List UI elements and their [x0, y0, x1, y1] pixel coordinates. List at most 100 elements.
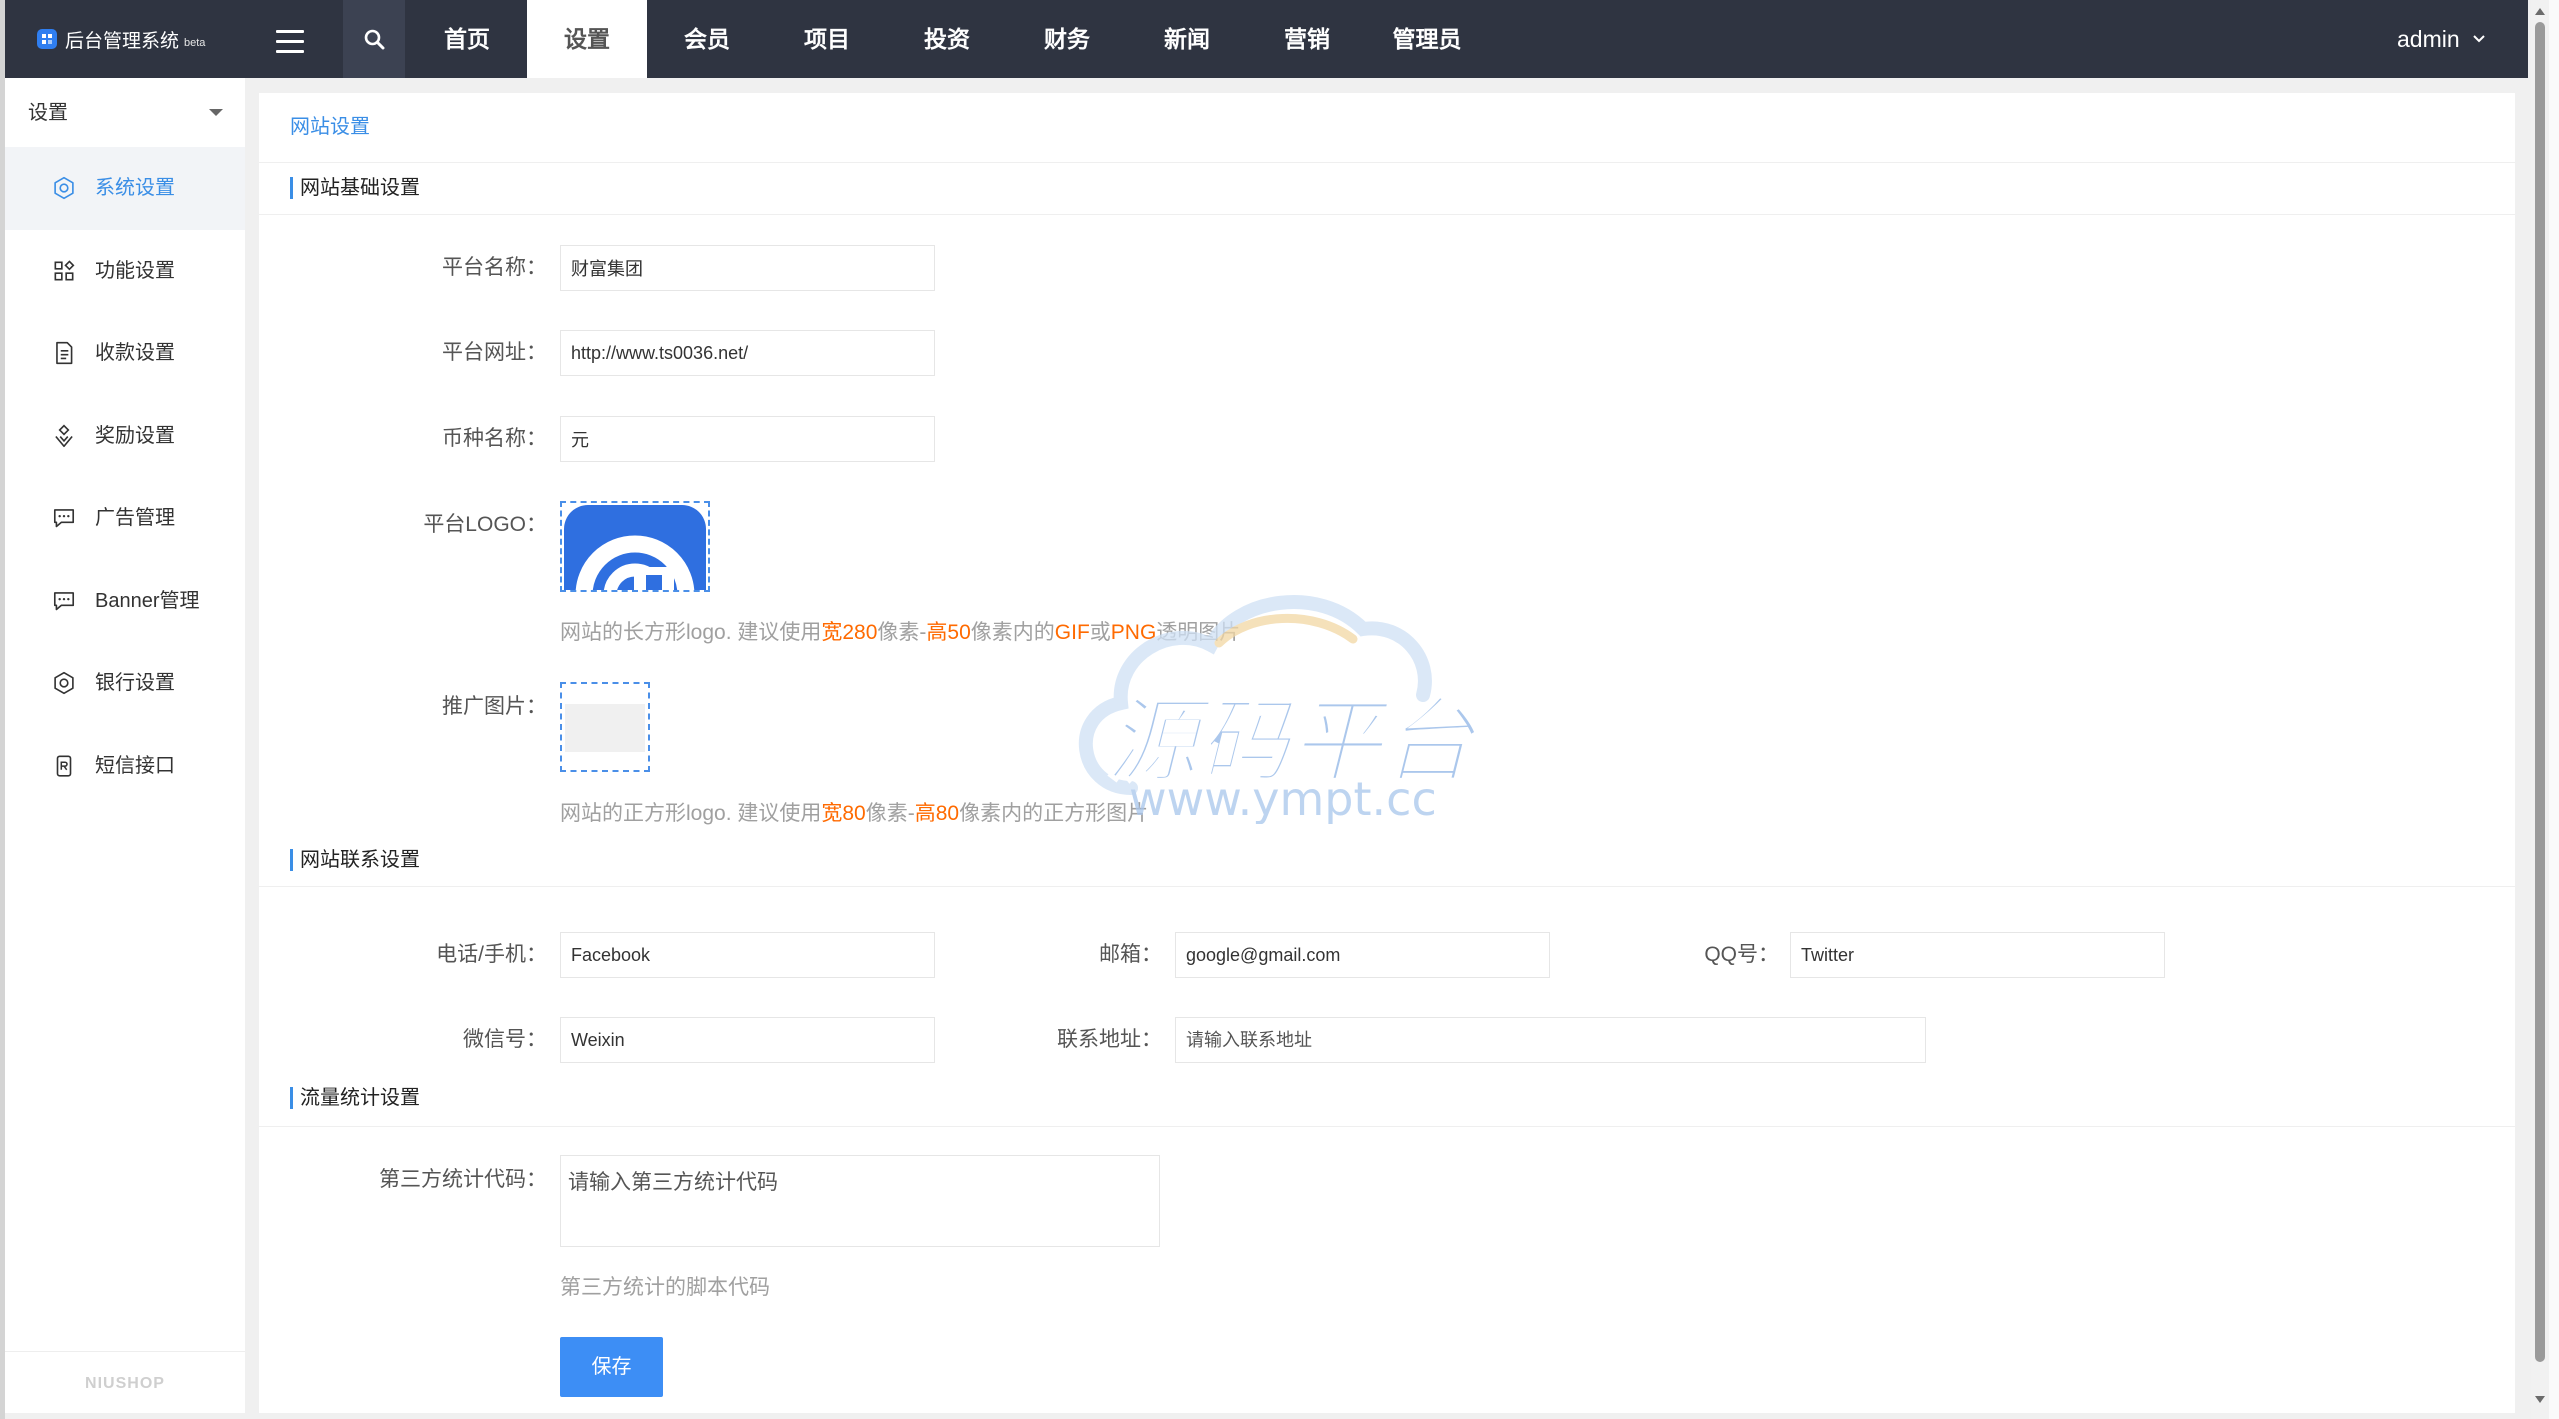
help-highlight: 宽80	[821, 802, 866, 825]
nav-item-marketing[interactable]: 营销	[1247, 0, 1367, 78]
scroll-down-arrow-icon[interactable]	[2535, 1396, 2545, 1403]
sidebar-title: 设置	[28, 102, 68, 124]
save-button[interactable]: 保存	[560, 1337, 663, 1397]
nav-item-projects[interactable]: 项目	[767, 0, 887, 78]
nav-item-admins[interactable]: 管理员	[1367, 0, 1487, 78]
divider	[259, 162, 2515, 163]
help-text-segment: 像素内的正方形图片	[959, 802, 1149, 825]
nav-item-settings[interactable]: 设置	[527, 0, 647, 78]
sidebar-item-system-settings[interactable]: 系统设置	[5, 147, 245, 230]
email-label: 邮箱：	[1099, 943, 1162, 966]
sidebar-item-label: 奖励设置	[95, 424, 175, 447]
caret-down-icon	[209, 109, 223, 116]
sidebar: 设置 系统设置 功能设置 收款设置 奖励设置 广告管理 Banner管理 银行设…	[5, 78, 245, 1413]
section-title: 网站联系设置	[300, 849, 420, 871]
window-edge	[2549, 0, 2559, 1419]
platform-name-input[interactable]	[560, 245, 935, 291]
chevron-down-icon	[2472, 35, 2485, 43]
sidebar-item-reward-settings[interactable]: 奖励设置	[5, 395, 245, 478]
address-label: 联系地址：	[1057, 1028, 1162, 1051]
help-text-segment: 透明图片	[1156, 621, 1241, 644]
breadcrumb[interactable]: 网站设置	[290, 112, 370, 142]
platform-url-input[interactable]	[560, 330, 935, 376]
help-text-segment: 像素内的	[970, 621, 1055, 644]
help-highlight: 高80	[914, 802, 960, 825]
gear-icon	[51, 670, 77, 696]
sidebar-header[interactable]: 设置	[5, 78, 245, 147]
sidebar-item-label: Banner管理	[95, 589, 200, 612]
sidebar-item-label: 功能设置	[95, 259, 175, 282]
sidebar-item-ad-management[interactable]: 广告管理	[5, 477, 245, 560]
scroll-up-arrow-icon[interactable]	[2535, 8, 2545, 15]
platform-logo-label: 平台LOGO：	[423, 513, 547, 536]
sidebar-item-feature-settings[interactable]: 功能设置	[5, 230, 245, 313]
sidebar-item-payment-settings[interactable]: 收款设置	[5, 312, 245, 395]
promo-help-text: 网站的正方形logo. 建议使用宽80像素-高80像素内的正方形图片	[560, 799, 1148, 829]
help-highlight: 宽280	[821, 621, 878, 644]
document-icon	[51, 340, 77, 366]
help-text-segment: 像素-	[877, 621, 927, 644]
hamburger-icon	[276, 30, 304, 53]
divider	[259, 214, 2515, 215]
nav-item-home[interactable]: 首页	[407, 0, 527, 78]
divider	[259, 1126, 2515, 1127]
platform-logo-image	[564, 505, 706, 590]
sidebar-item-label: 短信接口	[95, 754, 175, 777]
message-icon	[51, 505, 77, 531]
help-text-segment: 或	[1089, 621, 1111, 644]
help-text-segment: 像素-	[865, 802, 915, 825]
nav-item-members[interactable]: 会员	[647, 0, 767, 78]
currency-name-input[interactable]	[560, 416, 935, 462]
stats-code-textarea[interactable]	[560, 1155, 1160, 1247]
help-highlight: GIF	[1054, 621, 1090, 644]
section-marker	[290, 849, 293, 871]
currency-name-label: 币种名称：	[442, 427, 547, 450]
award-icon	[51, 423, 77, 449]
nav-item-news[interactable]: 新闻	[1127, 0, 1247, 78]
module-icon	[51, 258, 77, 284]
sidebar-menu: 系统设置 功能设置 收款设置 奖励设置 广告管理 Banner管理 银行设置 短…	[5, 147, 245, 807]
app-title: 后台管理系统	[65, 30, 180, 52]
top-navbar: 后台管理系统 beta 首页 设置 会员 项目 投资 财务 新闻 营销 管理员 …	[5, 0, 2528, 78]
help-text-segment: 网站的长方形logo. 建议使用	[560, 621, 822, 644]
nav-item-investment[interactable]: 投资	[887, 0, 1007, 78]
section-title: 网站基础设置	[300, 177, 420, 199]
promo-image-upload[interactable]	[560, 682, 650, 772]
menu-toggle-button[interactable]	[276, 26, 304, 53]
brand-footer-text: NIUSHOP	[85, 1375, 165, 1392]
search-button[interactable]	[343, 0, 405, 78]
user-menu[interactable]: admin	[2397, 0, 2486, 78]
qq-input[interactable]	[1790, 932, 2165, 978]
platform-name-label: 平台名称：	[442, 256, 547, 279]
scrollbar-thumb[interactable]	[2535, 22, 2545, 1362]
stats-code-label: 第三方统计代码：	[379, 1168, 547, 1191]
sidebar-item-bank-settings[interactable]: 银行设置	[5, 642, 245, 725]
vertical-scrollbar[interactable]	[2531, 0, 2549, 1419]
search-icon	[364, 29, 385, 50]
sms-icon	[51, 753, 77, 779]
wechat-label: 微信号：	[463, 1028, 547, 1051]
address-input[interactable]	[1175, 1017, 1926, 1063]
sidebar-item-banner-management[interactable]: Banner管理	[5, 560, 245, 643]
sidebar-item-label: 广告管理	[95, 507, 175, 529]
logo-help-text: 网站的长方形logo. 建议使用宽280像素-高50像素内的GIF或PNG透明图…	[560, 618, 1240, 648]
message-icon	[51, 588, 77, 614]
nav-item-finance[interactable]: 财务	[1007, 0, 1127, 78]
stats-code-help-text: 第三方统计的脚本代码	[560, 1276, 770, 1299]
sidebar-item-label: 系统设置	[95, 177, 175, 199]
app-logo[interactable]: 后台管理系统 beta	[36, 0, 205, 78]
sidebar-item-sms-api[interactable]: 短信接口	[5, 725, 245, 808]
user-name: admin	[2397, 25, 2460, 52]
main-nav: 首页 设置 会员 项目 投资 财务 新闻 营销 管理员	[407, 0, 1487, 78]
gear-icon	[51, 175, 77, 201]
phone-label: 电话/手机：	[436, 943, 547, 966]
app-logo-icon	[36, 28, 58, 50]
section-marker	[290, 1087, 293, 1109]
platform-url-label: 平台网址：	[442, 341, 547, 364]
qq-label: QQ号：	[1704, 943, 1779, 966]
sidebar-item-label: 收款设置	[95, 342, 175, 364]
beta-badge: beta	[184, 37, 206, 49]
logo-upload[interactable]	[560, 501, 710, 592]
promo-image-placeholder	[565, 704, 645, 752]
divider	[259, 886, 2515, 887]
